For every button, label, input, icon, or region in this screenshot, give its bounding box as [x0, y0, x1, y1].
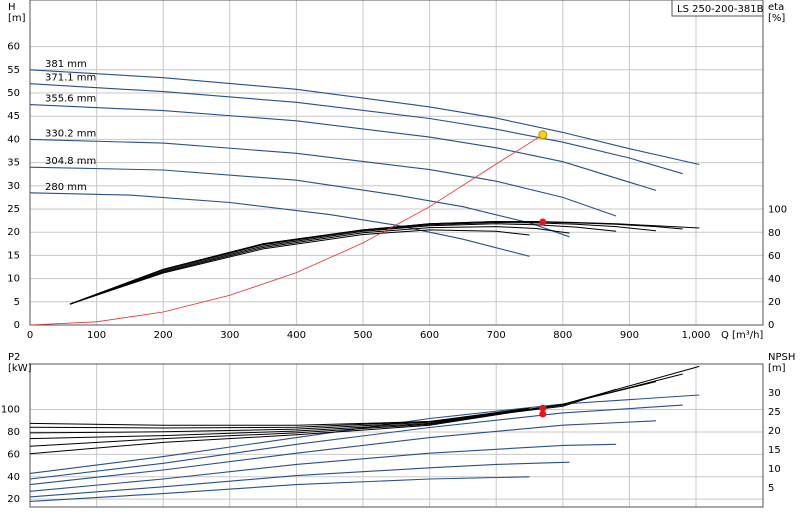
y-tick-label-head: 60 [7, 42, 20, 53]
y-tick-label-head: 10 [7, 274, 20, 285]
x-tick-label: 400 [287, 330, 306, 341]
y-tick-label-eta: 60 [768, 251, 781, 262]
y-tick-label-head: 30 [7, 181, 20, 192]
x-tick-label: 1,000 [682, 330, 711, 341]
pump-performance-chart: H [m] eta [%] Q [m³/h] P2 [kW] NPSH [m] LS 2… [1, 0, 795, 508]
y-tick-label-eta: 20 [768, 297, 781, 308]
npsh-curve [29, 407, 530, 426]
x-tick-label: 300 [220, 330, 239, 341]
power-curve [29, 476, 530, 502]
bottom-curves [29, 365, 700, 502]
y-tick-label-npsh: 20 [768, 426, 781, 437]
y-tick-label-npsh: 10 [768, 464, 781, 475]
y-axis-label-power: P2 [kW] [8, 352, 32, 374]
efficiency-point-marker [539, 218, 547, 226]
npsh-point-marker [539, 404, 547, 412]
y-tick-label-head: 35 [7, 158, 20, 169]
impeller-label: 355.6 mm [45, 94, 96, 105]
impeller-label: 280 mm [45, 182, 87, 193]
impeller-label: 330.2 mm [45, 128, 96, 139]
power-curve [29, 404, 683, 480]
y-tick-label-head: 50 [7, 88, 20, 99]
y-tick-label-head: 0 [14, 320, 20, 331]
y-tick-label-npsh: 30 [768, 388, 781, 399]
y-tick-label-power: 100 [1, 405, 20, 416]
y-tick-label-eta: 0 [768, 320, 774, 331]
npsh-curve [29, 373, 683, 447]
impeller-label: 381 mm [45, 59, 87, 70]
y-axis-label-head: H [m] [8, 2, 26, 24]
x-axis-label-flow: Q [m³/h] [721, 330, 763, 341]
head-curve [29, 138, 617, 217]
y-tick-label-npsh: 5 [768, 483, 774, 494]
model-title: LS 250-200-381B [677, 4, 764, 15]
x-tick-label: 200 [154, 330, 173, 341]
y-tick-label-head: 5 [14, 297, 20, 308]
y-tick-label-head: 15 [7, 250, 20, 261]
x-tick-label: 500 [353, 330, 372, 341]
power-curve [29, 461, 570, 498]
top-axis-ticks: 0 100 200 300 400 500 600 700 800 900 1,0000510152… [7, 42, 787, 341]
top-curves: 381 mm 371.1 mm 355.6 mm 330.2 mm 304.8 mm 28… [29, 59, 700, 326]
top-panel-grid [30, 0, 763, 325]
y-axis-label-npsh: NPSH [m] [768, 352, 795, 374]
bottom-panel-grid [30, 364, 763, 507]
bottom-panel-frame [29, 363, 764, 508]
power-curve [29, 443, 617, 492]
y-tick-label-power: 40 [7, 472, 20, 483]
y-tick-label-npsh: 15 [768, 445, 781, 456]
efficiency-curve [69, 226, 570, 305]
system-curve [29, 134, 544, 326]
y-axis-label-eta: eta [%] [768, 2, 785, 24]
y-tick-label-head: 40 [7, 134, 20, 145]
x-tick-label: 0 [27, 330, 33, 341]
y-tick-label-eta: 40 [768, 274, 781, 285]
head-curve [29, 104, 657, 191]
efficiency-curve [69, 221, 700, 305]
y-tick-label-npsh: 25 [768, 407, 781, 418]
impeller-label: 371.1 mm [45, 73, 96, 84]
y-tick-label-head: 55 [7, 65, 20, 76]
x-tick-label: 100 [87, 330, 106, 341]
y-tick-label-power: 60 [7, 449, 20, 460]
x-tick-label: 600 [420, 330, 439, 341]
x-tick-label: 700 [487, 330, 506, 341]
power-curve [29, 394, 700, 474]
x-tick-label: 800 [553, 330, 572, 341]
impeller-label: 304.8 mm [45, 156, 96, 167]
y-tick-label-head: 45 [7, 111, 20, 122]
y-tick-label-power: 80 [7, 427, 20, 438]
y-tick-label-head: 20 [7, 227, 20, 238]
y-tick-label-eta: 80 [768, 228, 781, 239]
x-tick-label: 900 [620, 330, 639, 341]
y-tick-label-power: 20 [7, 494, 20, 505]
y-tick-label-eta: 100 [768, 205, 787, 216]
y-tick-label-head: 25 [7, 204, 20, 215]
duty-point-marker [538, 130, 548, 140]
